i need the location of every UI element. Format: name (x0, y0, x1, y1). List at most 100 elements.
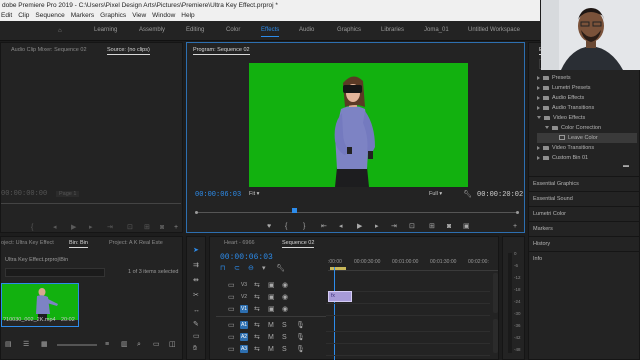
automate-icon[interactable]: ▥ (121, 341, 128, 348)
effects-item-video-transitions[interactable]: Video Transitions (537, 143, 637, 153)
chevron-right-icon[interactable] (537, 75, 540, 80)
panel-section-essential-sound[interactable]: Essential Sound (529, 191, 640, 206)
panel-section-lumetri-color[interactable]: Lumetri Color (529, 206, 640, 221)
step-forward-icon[interactable]: ▸ (89, 224, 93, 231)
sync-lock-icon[interactable]: ⇆ (254, 306, 260, 313)
workspace-effects[interactable]: Effects (261, 27, 280, 37)
add-marker-icon[interactable]: ♥︎ (267, 223, 271, 230)
chevron-down-icon[interactable] (545, 126, 549, 130)
track-lock-icon[interactable]: ▭ (228, 306, 235, 313)
lock-icon[interactable]: ▤ (5, 341, 12, 348)
add-button-icon[interactable]: + (174, 224, 178, 231)
menu-clip[interactable]: Clip (18, 12, 29, 19)
list-view-icon[interactable]: ☰ (23, 341, 29, 348)
new-custom-bin-icon[interactable]: ▬ (623, 163, 629, 170)
panel-section-info[interactable]: Info (529, 251, 640, 266)
track-target[interactable]: A2 (240, 333, 248, 341)
timeline-clip-v1[interactable]: fx (328, 291, 352, 302)
zoom-slider[interactable] (57, 344, 97, 346)
effects-item-color-correction[interactable]: Color Correction (537, 123, 637, 133)
menu-edit[interactable]: Edit (1, 12, 12, 19)
export-frame-icon[interactable]: ◙ (447, 223, 451, 230)
audio-track-a3[interactable]: A3 ▭ ⇆ M S 🎙︎ (216, 343, 492, 356)
track-lock-icon[interactable]: ▭ (228, 334, 235, 341)
workspace-untitled[interactable]: Untitled Workspace (468, 27, 520, 33)
effects-item-lumetri-presets[interactable]: Lumetri Presets (537, 83, 637, 93)
mute-icon[interactable]: M (268, 334, 274, 341)
play-icon[interactable]: ▶ (357, 223, 362, 230)
effects-item-audio-transitions[interactable]: Audio Transitions (537, 103, 637, 113)
effects-item-audio-effects[interactable]: Audio Effects (537, 93, 637, 103)
insert-icon[interactable]: ⊡ (127, 224, 133, 231)
timeline-timecode[interactable]: 00:00:06:03 (220, 253, 273, 262)
workspace-audio[interactable]: Audio (299, 27, 314, 33)
track-lock-icon[interactable]: ▭ (228, 282, 235, 289)
wrench-icon[interactable]: 🔧︎ (463, 191, 472, 198)
add-button-icon[interactable]: + (513, 223, 517, 230)
film-icon[interactable]: ▣ (268, 282, 275, 289)
solo-icon[interactable]: S (282, 334, 287, 341)
menu-view[interactable]: View (132, 12, 146, 19)
new-item-icon[interactable]: ◫ (169, 341, 176, 348)
chevron-right-icon[interactable] (537, 85, 540, 90)
mute-icon[interactable]: M (268, 346, 274, 353)
track-lock-icon[interactable]: ▭ (228, 294, 235, 301)
overwrite-icon[interactable]: ⊞ (144, 224, 150, 231)
step-back-icon[interactable]: ◂ (53, 224, 57, 231)
workspace-assembly[interactable]: Assembly (139, 27, 165, 33)
microphone-icon[interactable]: 🎙︎ (296, 346, 305, 353)
ripple-edit-tool-icon[interactable]: ⇹ (193, 277, 199, 284)
find-icon[interactable]: ⌕ (137, 341, 141, 348)
linked-selection-icon[interactable]: ⊖ (248, 265, 254, 272)
home-icon[interactable]: ⌂ (58, 28, 62, 35)
solo-icon[interactable]: S (282, 346, 287, 353)
program-title[interactable]: Program: Sequence 02 (193, 47, 250, 55)
tab-audio-clip-mixer[interactable]: Audio Clip Mixer: Sequence 02 (11, 47, 87, 53)
selection-tool-icon[interactable]: ➤ (193, 247, 199, 254)
track-select-tool-icon[interactable]: ⇉ (193, 262, 199, 269)
microphone-icon[interactable]: 🎙︎ (296, 334, 305, 341)
eye-icon[interactable]: ◉ (282, 294, 288, 301)
tab-source[interactable]: Source: (no clips) (107, 47, 150, 55)
insert-nest-icon[interactable]: ⊓ (220, 265, 225, 272)
audio-scrollbar[interactable] (493, 319, 498, 353)
workspace-joma[interactable]: Joma_01 (424, 27, 449, 33)
fit-dropdown[interactable]: Fit ▾ (249, 191, 259, 197)
tab-heart[interactable]: Heart - 6966 (224, 240, 255, 246)
new-bin-icon[interactable]: ▭ (153, 341, 160, 348)
sort-icon[interactable]: ≡ (105, 341, 109, 348)
track-target[interactable]: V3 (240, 281, 248, 289)
lift-icon[interactable]: ⊡ (409, 223, 415, 230)
track-target[interactable]: V1 (240, 305, 248, 313)
goto-out-icon[interactable]: ⇥ (107, 224, 113, 231)
eye-icon[interactable]: ◉ (282, 306, 288, 313)
workspace-libraries[interactable]: Libraries (381, 27, 404, 33)
film-icon[interactable]: ▣ (268, 306, 275, 313)
video-track-v1[interactable]: V1 ▭ ⇆ ▣ ◉ (216, 303, 492, 316)
tab-sequence-02[interactable]: Sequence 02 (282, 240, 315, 248)
panel-section-history[interactable]: History (529, 236, 640, 251)
panel-section-essential-graphics[interactable]: Essential Graphics (529, 176, 640, 191)
slip-tool-icon[interactable]: ↔ (193, 307, 200, 314)
pen-tool-icon[interactable]: ✎ (193, 321, 199, 328)
tab-bin[interactable]: Bin: Bin (69, 240, 88, 248)
snap-icon[interactable]: ⊂ (234, 265, 240, 272)
comparison-icon[interactable]: ▣ (463, 223, 470, 230)
mute-icon[interactable]: M (268, 322, 274, 329)
sync-lock-icon[interactable]: ⇆ (254, 346, 260, 353)
sync-lock-icon[interactable]: ⇆ (254, 322, 260, 329)
mark-in-icon[interactable]: { (31, 224, 33, 231)
chevron-right-icon[interactable] (537, 145, 540, 150)
film-icon[interactable]: ▣ (268, 294, 275, 301)
source-page-dropdown[interactable]: Page 1 (56, 191, 80, 197)
program-playhead[interactable] (292, 208, 297, 213)
workspace-color[interactable]: Color (226, 27, 240, 33)
solo-icon[interactable]: S (282, 322, 287, 329)
goto-out-icon[interactable]: ⇥ (391, 223, 397, 230)
track-target[interactable]: A3 (240, 345, 248, 353)
video-scrollbar[interactable] (493, 273, 498, 313)
hand-tool-icon[interactable]: ✋︎ (193, 345, 197, 352)
tab-project-ak[interactable]: Project: A K Real Este (109, 240, 163, 246)
chevron-right-icon[interactable] (537, 105, 540, 110)
track-target[interactable]: V2 (240, 293, 248, 301)
